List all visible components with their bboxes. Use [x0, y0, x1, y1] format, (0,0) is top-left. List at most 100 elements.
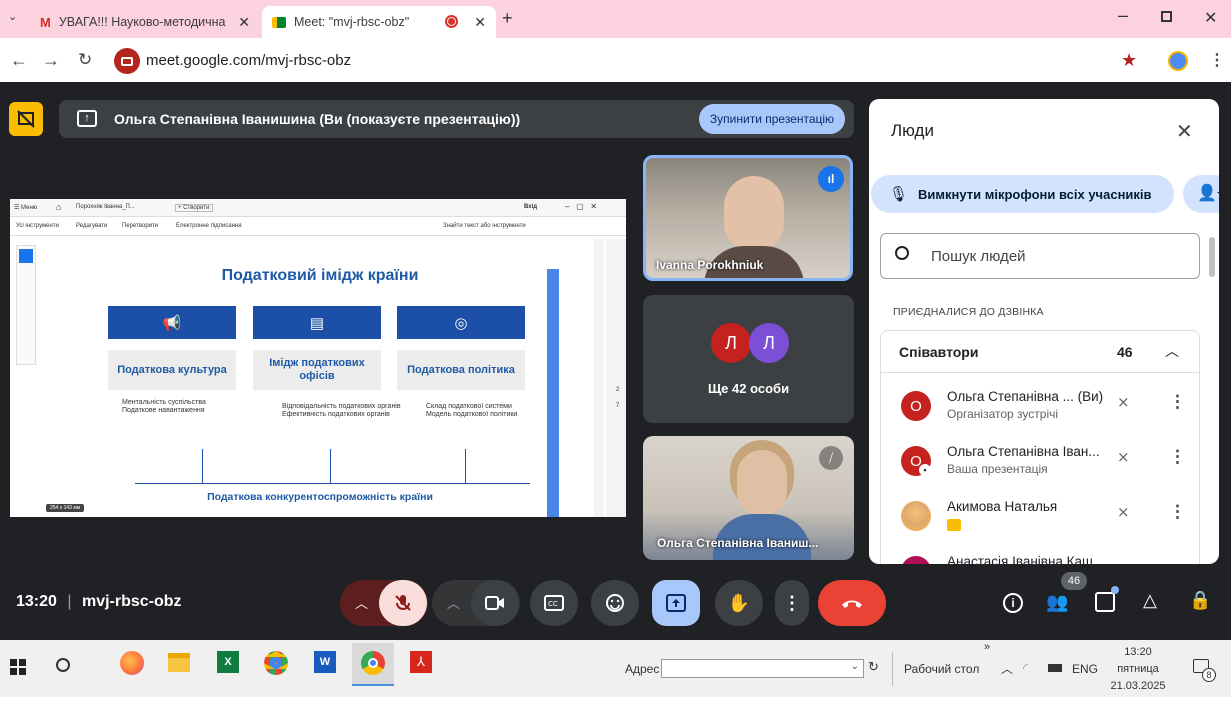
firefox-icon[interactable] [120, 651, 144, 675]
layout-warning-icon[interactable] [9, 102, 43, 136]
participant-row[interactable]: Анастасія Іванівна Каш... [881, 544, 1219, 564]
mic-off-icon[interactable]: ⨯ [1117, 393, 1130, 411]
wifi-icon[interactable]: ◜ [1023, 661, 1028, 675]
overflow-icon[interactable]: » [984, 641, 990, 653]
participant-row[interactable]: О Ольга Степанівна ... (Ви) Організатор … [881, 379, 1219, 434]
windows-start-icon[interactable] [10, 659, 26, 675]
slide-footer: Податкова конкурентоспроможність країни [207, 491, 433, 503]
connector-line [465, 449, 466, 483]
tab-search-icon[interactable]: ⌄ [8, 10, 17, 23]
raise-hand-button[interactable]: ✋ [715, 580, 763, 626]
close-panel-icon[interactable]: ✕ [1176, 119, 1193, 144]
chrome-icon[interactable] [264, 651, 288, 675]
present-button[interactable] [652, 580, 700, 626]
minimize-icon[interactable]: – [1118, 5, 1128, 26]
others-tile[interactable]: Л Л Ще 42 особи [643, 295, 854, 423]
bullet-item: Склад податкової системи [426, 403, 512, 410]
tab-uvaga[interactable]: M УВАГА!!! Науково-методична р ✕ [28, 6, 260, 38]
more-options-button[interactable]: ⋮ [775, 580, 809, 626]
reload-icon[interactable]: ↻ [78, 50, 92, 70]
participant-name: Анастасія Іванівна Каш... [947, 554, 1105, 564]
tab-meet[interactable]: Meet: "mvj-rbsc-obz" ✕ [262, 6, 496, 38]
info-icon[interactable]: i [1003, 593, 1023, 613]
box-tax-office-image: Імідж податкових офісів [253, 350, 381, 390]
battery-icon[interactable] [1048, 664, 1062, 672]
participant-role: Ваша презентація [947, 462, 1048, 476]
profile-avatar[interactable] [1168, 51, 1188, 71]
participant-row[interactable]: Акимова Наталья ⨯ ⋮ [881, 489, 1219, 544]
chevron-up-icon[interactable]: ︿ [1165, 341, 1179, 361]
search-icon [895, 246, 909, 260]
window-close-icon[interactable]: ✕ [1204, 8, 1217, 28]
participant-tile-ivanna[interactable]: ıl Ivanna Porokhniuk [643, 155, 853, 281]
restore-icon[interactable] [1161, 11, 1172, 22]
url-text: meet.google.com/mvj-rbsc-obz [146, 52, 352, 69]
refresh-icon[interactable]: ↻ [868, 659, 879, 675]
forward-icon[interactable]: → [42, 50, 60, 71]
stop-presenting-button[interactable]: Зупинити презентацію [699, 104, 845, 134]
target-icon: ◎ [397, 306, 525, 339]
close-icon[interactable]: ✕ [238, 14, 250, 31]
more-options-icon[interactable]: ⋮ [1169, 392, 1186, 412]
panel-scrollbar[interactable] [1209, 237, 1215, 277]
close-icon[interactable]: ✕ [474, 14, 486, 31]
audio-off-icon[interactable]: ⨯ [1117, 448, 1130, 466]
home-icon: ⌂ [56, 202, 62, 212]
language-indicator[interactable]: ENG [1072, 662, 1098, 676]
captions-button[interactable]: CC [530, 580, 578, 626]
svg-text:CC: CC [548, 600, 558, 608]
activities-icon[interactable]: △ [1143, 590, 1157, 611]
back-icon[interactable]: ← [10, 50, 28, 71]
group-header[interactable]: Співавтори 46 ︿ [881, 331, 1199, 373]
search-icon[interactable] [56, 658, 70, 672]
box-tax-culture: Податкова культура [108, 350, 236, 390]
tray-chevron-icon[interactable]: ︿ [1001, 660, 1013, 677]
word-icon[interactable]: W [314, 651, 336, 673]
bookmark-star-icon[interactable]: ★ [1121, 50, 1137, 71]
url-field[interactable]: meet.google.com/mvj-rbsc-obz [108, 45, 1201, 76]
participant-tile-olha[interactable]: ⧸ Ольга Степанівна Іваниш... [643, 436, 854, 560]
banner-text: Ольга Степанівна Іванишина (Ви (показуєт… [114, 111, 521, 127]
chevron-down-icon[interactable]: ⌄ [851, 661, 859, 672]
acrobat-icon[interactable]: ⅄ [410, 651, 432, 673]
chevron-up-icon[interactable]: ︿ [447, 593, 460, 612]
leave-call-button[interactable] [818, 580, 886, 626]
panel-title: Люди [891, 121, 934, 140]
more-options-icon[interactable]: ⋮ [1169, 502, 1186, 522]
add-people-button[interactable]: 👤+ [1183, 175, 1219, 213]
camera-icon [485, 596, 504, 610]
pdf-scrollbar[interactable] [594, 239, 604, 517]
file-explorer-icon[interactable] [168, 653, 190, 672]
pdf-right-tools [606, 239, 626, 517]
bullet-item: Модель податкової політики [426, 411, 518, 418]
chrome-active-icon[interactable] [352, 643, 394, 686]
mute-all-button[interactable]: 🎙 Вимкнути мікрофони всіх учасників [871, 175, 1174, 213]
mic-off-button[interactable] [379, 580, 427, 626]
mic-off-icon[interactable]: ⨯ [1117, 503, 1130, 521]
tray-clock[interactable]: 13:20 пятница 21.03.2025 [1106, 644, 1170, 695]
browser-menu-icon[interactable]: ⋮ [1209, 50, 1225, 70]
site-info-icon[interactable] [114, 48, 140, 74]
desktop-toolbar-label[interactable]: Рабочий стол [904, 662, 979, 676]
search-people-input[interactable]: Пошук людей [880, 233, 1200, 279]
address-toolbar-input[interactable]: ⌄ [661, 659, 864, 678]
chevron-up-icon[interactable]: ︿ [355, 593, 368, 612]
bullets-col-1: Ментальність суспільства Податкове наван… [122, 399, 232, 415]
page-total: 7 [616, 403, 620, 409]
tool-label: Редагувати [76, 223, 108, 229]
toolbar-divider [892, 652, 893, 686]
excel-icon[interactable]: X [217, 651, 239, 673]
people-button[interactable]: 👥 [1046, 592, 1068, 613]
clock-time: 13:20 [1124, 646, 1152, 658]
camera-button[interactable] [471, 580, 519, 626]
box-tax-policy: Податкова політика [397, 350, 525, 390]
chat-notification-dot [1111, 586, 1119, 594]
host-controls-icon[interactable]: 🔒 [1189, 590, 1211, 611]
reactions-button[interactable] [591, 580, 639, 626]
avatar: Л [749, 323, 789, 363]
more-options-icon[interactable]: ⋮ [1169, 447, 1186, 467]
participant-row[interactable]: О ▪ Ольга Степанівна Іван... Ваша презен… [881, 434, 1219, 489]
chat-icon[interactable] [1095, 592, 1115, 612]
bottom-strip [0, 697, 1231, 718]
new-tab-icon[interactable]: + [502, 8, 513, 29]
